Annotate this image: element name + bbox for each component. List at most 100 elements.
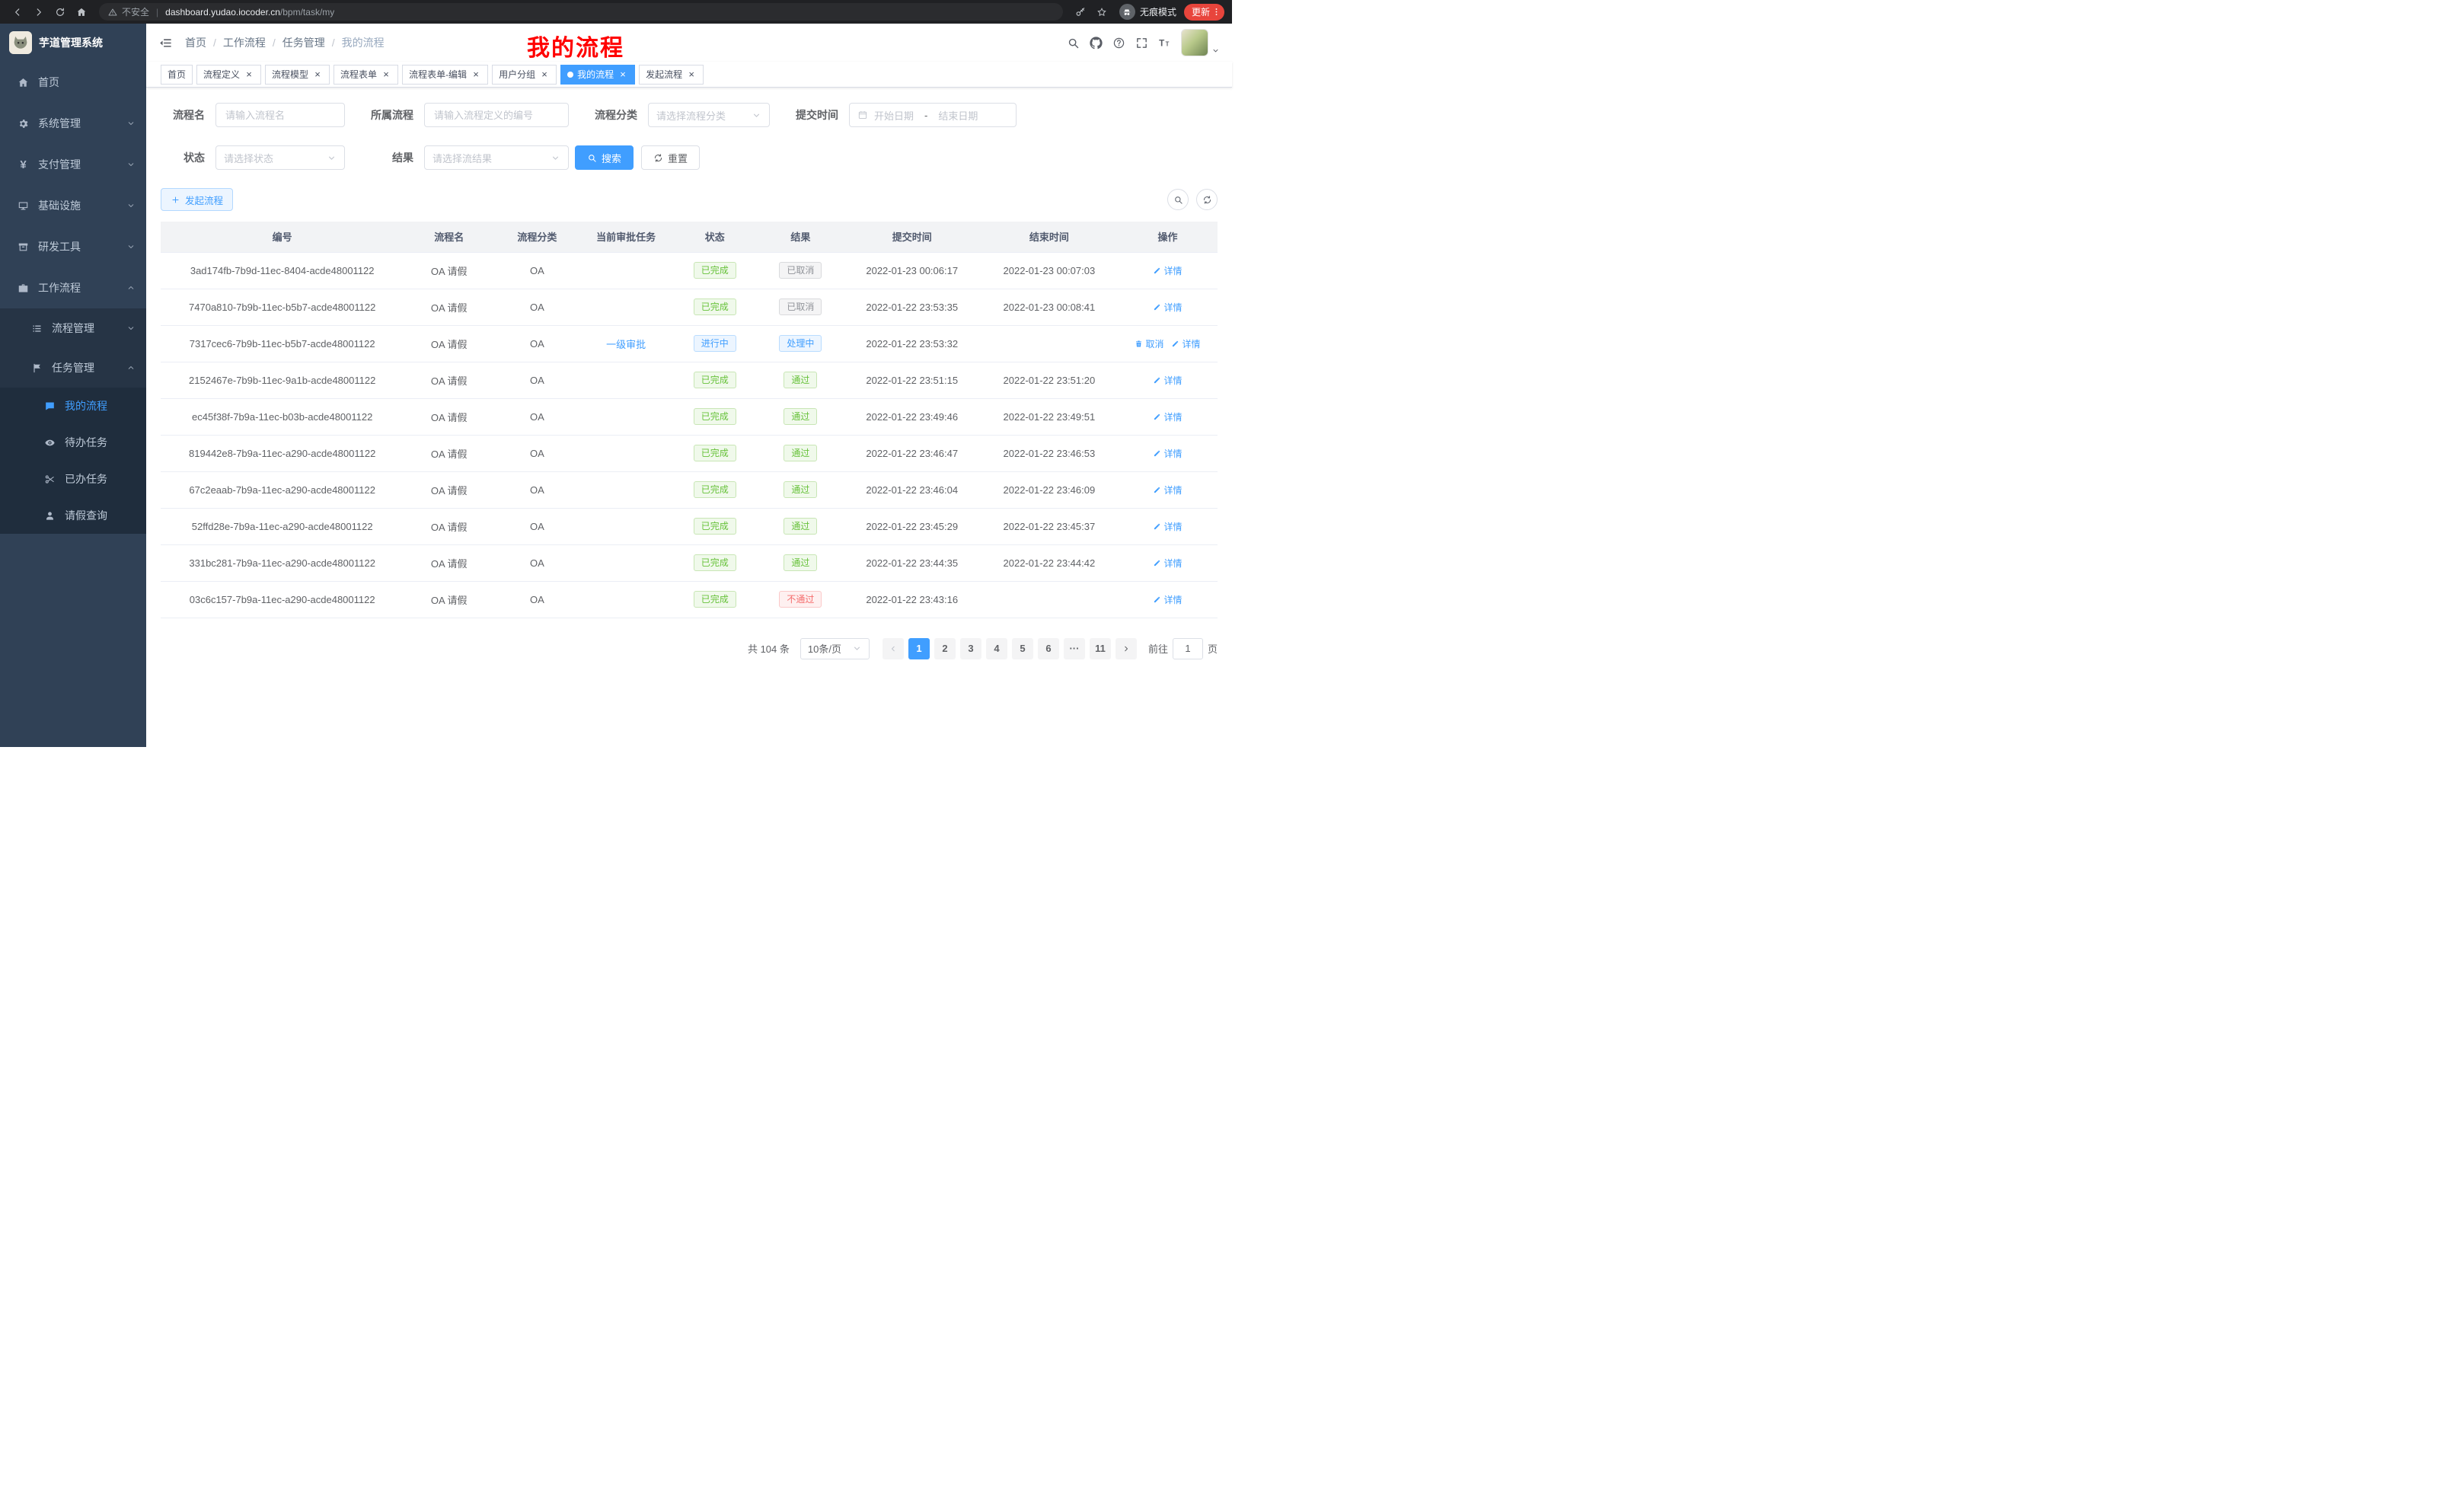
close-tab-icon[interactable]: × <box>312 69 323 80</box>
detail-link[interactable]: 详情 <box>1153 484 1182 496</box>
sidebar-item[interactable]: 工作流程 <box>0 267 146 308</box>
close-tab-icon[interactable]: × <box>471 69 481 80</box>
search-button[interactable]: 搜索 <box>575 145 634 170</box>
browser-forward-icon[interactable] <box>29 3 49 21</box>
app-title: 芋道管理系统 <box>39 35 103 50</box>
close-tab-icon[interactable]: × <box>618 69 628 80</box>
sidebar-item[interactable]: 请假查询 <box>0 497 146 534</box>
prev-page-button[interactable] <box>883 638 904 659</box>
reset-button[interactable]: 重置 <box>641 145 700 170</box>
result-select[interactable]: 请选择流结果 <box>424 145 569 170</box>
cell-end-time <box>981 581 1118 618</box>
detail-link[interactable]: 详情 <box>1153 447 1182 460</box>
detail-link[interactable]: 详情 <box>1153 557 1182 570</box>
detail-link[interactable]: 详情 <box>1153 520 1182 533</box>
sidebar-item[interactable]: 任务管理 <box>0 348 146 388</box>
detail-link[interactable]: 详情 <box>1153 301 1182 314</box>
cell-end-time: 2022-01-22 23:46:53 <box>981 435 1118 471</box>
sidebar-toggle-icon[interactable] <box>158 36 173 50</box>
cell-submit-time: 2022-01-22 23:49:46 <box>844 398 981 435</box>
header-search-icon[interactable] <box>1067 37 1080 49</box>
detail-link[interactable]: 详情 <box>1153 264 1182 277</box>
next-page-button[interactable] <box>1116 638 1137 659</box>
submit-time-range-picker[interactable]: 开始日期 - 结束日期 <box>849 103 1017 127</box>
sidebar-item[interactable]: 流程管理 <box>0 308 146 348</box>
view-tab[interactable]: 流程表单-编辑× <box>402 65 488 85</box>
page-button[interactable]: 1 <box>908 638 930 659</box>
update-button[interactable]: 更新 <box>1184 4 1224 21</box>
page-button[interactable]: 11 <box>1090 638 1111 659</box>
page-size-select[interactable]: 10条/页 <box>800 638 870 659</box>
table-row: 2152467e-7b9b-11ec-9a1b-acde48001122OA 请… <box>161 362 1218 398</box>
github-icon[interactable] <box>1090 37 1103 49</box>
sidebar-item[interactable]: 研发工具 <box>0 226 146 267</box>
view-tab[interactable]: 流程定义× <box>196 65 261 85</box>
toggle-search-button[interactable] <box>1167 189 1189 210</box>
view-tab[interactable]: 流程表单× <box>334 65 398 85</box>
sidebar-item[interactable]: 待办任务 <box>0 424 146 461</box>
cell-status: 已完成 <box>672 435 758 471</box>
parent-process-input[interactable] <box>424 103 569 127</box>
chevron-down-icon <box>327 153 337 163</box>
sidebar-item[interactable]: 我的流程 <box>0 388 146 424</box>
app-logo[interactable]: 芋道管理系统 <box>0 24 146 62</box>
browser-reload-icon[interactable] <box>50 3 70 21</box>
browser-back-icon[interactable] <box>8 3 27 21</box>
view-tab[interactable]: 首页 <box>161 65 193 85</box>
view-tab[interactable]: 我的流程× <box>560 65 635 85</box>
column-header: 编号 <box>161 222 404 252</box>
user-menu[interactable] <box>1181 29 1220 56</box>
detail-link[interactable]: 详情 <box>1153 593 1182 606</box>
browser-menu-dots-icon[interactable] <box>1211 7 1221 17</box>
page-button[interactable]: 2 <box>934 638 956 659</box>
refresh-table-button[interactable] <box>1196 189 1218 210</box>
font-size-icon[interactable]: TT <box>1158 37 1171 49</box>
page-button[interactable]: 4 <box>986 638 1007 659</box>
edit-icon <box>1171 340 1179 348</box>
breadcrumb-item[interactable]: 工作流程 <box>223 35 266 50</box>
close-tab-icon[interactable]: × <box>686 69 697 80</box>
active-tab-dot <box>567 72 573 78</box>
status-select[interactable]: 请选择状态 <box>215 145 345 170</box>
fullscreen-icon[interactable] <box>1135 37 1148 49</box>
close-tab-icon[interactable]: × <box>381 69 391 80</box>
view-tab[interactable]: 用户分组× <box>492 65 557 85</box>
process-name-input[interactable] <box>215 103 345 127</box>
sidebar-item[interactable]: 基础设施 <box>0 185 146 226</box>
current-task-link[interactable]: 一级审批 <box>606 339 646 350</box>
goto-page-input[interactable] <box>1173 638 1203 659</box>
more-pages-button[interactable]: ··· <box>1064 638 1085 659</box>
page-button[interactable]: 5 <box>1012 638 1033 659</box>
user-avatar[interactable] <box>1181 29 1208 56</box>
page-button[interactable]: 6 <box>1038 638 1059 659</box>
page-button[interactable]: 3 <box>960 638 981 659</box>
close-tab-icon[interactable]: × <box>244 69 254 80</box>
sidebar-item[interactable]: 首页 <box>0 62 146 103</box>
help-icon[interactable] <box>1112 37 1125 49</box>
detail-link[interactable]: 详情 <box>1153 374 1182 387</box>
detail-link[interactable]: 详情 <box>1171 337 1200 350</box>
bookmark-star-icon[interactable] <box>1092 3 1112 21</box>
view-tab[interactable]: 流程模型× <box>265 65 330 85</box>
cell-id: 67c2eaab-7b9a-11ec-a290-acde48001122 <box>161 471 404 508</box>
table-row: 3ad174fb-7b9d-11ec-8404-acde48001122OA 请… <box>161 252 1218 289</box>
password-key-icon[interactable] <box>1071 3 1090 21</box>
breadcrumb-item[interactable]: 首页 <box>185 35 206 50</box>
sidebar-item[interactable]: 已办任务 <box>0 461 146 497</box>
view-tab[interactable]: 发起流程× <box>639 65 704 85</box>
address-bar[interactable]: 不安全 | dashboard.yudao.iocoder.cn/bpm/tas… <box>99 3 1063 21</box>
sidebar: 芋道管理系统 首页系统管理¥支付管理基础设施研发工具工作流程流程管理任务管理我的… <box>0 24 146 747</box>
column-header: 结果 <box>758 222 844 252</box>
cancel-link[interactable]: 取消 <box>1135 337 1163 350</box>
category-select[interactable]: 请选择流程分类 <box>648 103 770 127</box>
breadcrumb-item[interactable]: 任务管理 <box>282 35 325 50</box>
breadcrumb-separator: / <box>213 37 216 49</box>
breadcrumb-item: 我的流程 <box>342 35 385 50</box>
close-tab-icon[interactable]: × <box>539 69 550 80</box>
browser-home-icon[interactable] <box>72 3 91 21</box>
create-process-button[interactable]: 发起流程 <box>161 188 233 211</box>
sidebar-item[interactable]: 系统管理 <box>0 103 146 144</box>
cell-submit-time: 2022-01-22 23:51:15 <box>844 362 981 398</box>
sidebar-item[interactable]: ¥支付管理 <box>0 144 146 185</box>
detail-link[interactable]: 详情 <box>1153 410 1182 423</box>
